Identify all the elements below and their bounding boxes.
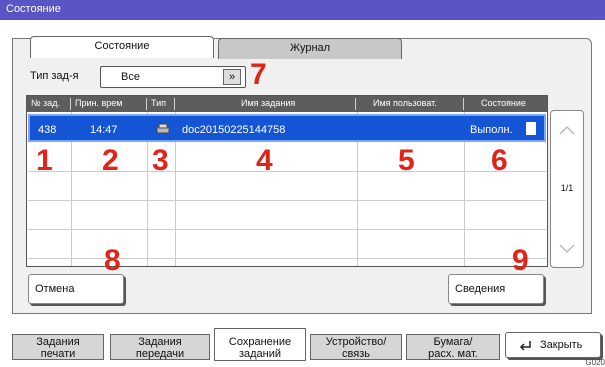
col-separator: [174, 98, 175, 110]
tab-log[interactable]: Журнал: [218, 38, 402, 59]
page-indicator: 1/1: [560, 183, 574, 193]
bottom-tab-bar: Задания печати Задания передачи Сохранен…: [0, 326, 605, 367]
job-table: № зад. Прин. врем Тип Имя задания Имя по…: [26, 95, 548, 267]
chevron-up-icon: [559, 125, 575, 135]
cell-accept-time: 14:47: [90, 124, 118, 136]
col-header-job-name: Имя задания: [241, 98, 296, 108]
scroll-down-button[interactable]: [553, 231, 581, 265]
cell-job-name: doc20150225144758: [182, 124, 286, 136]
tab-label: Устройство/: [325, 336, 387, 348]
callout-marker: 8: [104, 244, 121, 277]
tab-device-comm[interactable]: Устройство/ связь: [310, 334, 402, 360]
close-label: Закрыть: [540, 339, 583, 351]
cancel-button[interactable]: Отмена: [28, 274, 124, 304]
tab-status[interactable]: Состояние: [30, 36, 214, 58]
callout-marker: 7: [250, 58, 267, 91]
tab-label: заданий: [238, 348, 282, 360]
table-header: № зад. Прин. врем Тип Имя задания Имя по…: [27, 96, 547, 112]
tab-label: Сохранение: [228, 336, 292, 348]
details-button[interactable]: Сведения: [448, 274, 544, 304]
cell-status: Выполн.: [470, 124, 513, 136]
tab-label: передачи: [135, 348, 185, 360]
job-type-select[interactable]: Все »: [100, 66, 246, 88]
status-checkbox[interactable]: [526, 122, 536, 135]
callout-marker: 4: [256, 144, 273, 177]
col-separator: [70, 98, 71, 110]
col-header-user: Имя пользоват.: [373, 98, 437, 108]
tab-paper-supplies[interactable]: Бумага/ расх. мат.: [406, 334, 500, 360]
table-row[interactable]: [28, 202, 546, 230]
callout-marker: 6: [491, 144, 508, 177]
tab-label: Задания: [138, 336, 182, 348]
tab-label: Бумага/: [433, 336, 473, 348]
cell-job-no: 438: [38, 124, 57, 136]
callout-marker: 1: [36, 144, 53, 177]
callout-marker: 5: [398, 144, 415, 177]
col-separator: [355, 98, 356, 110]
scroll-up-button[interactable]: [553, 113, 581, 147]
window-title: Состояние: [0, 0, 605, 20]
job-type-label: Тип зад-я: [30, 70, 79, 82]
scrollbar[interactable]: 1/1: [550, 110, 584, 268]
dropdown-arrow-icon[interactable]: »: [223, 69, 241, 85]
tab-label: печати: [40, 348, 76, 360]
tab-print-jobs[interactable]: Задания печати: [12, 334, 104, 360]
table-row[interactable]: [28, 173, 546, 201]
chevron-down-icon: [559, 244, 575, 254]
return-arrow-icon: [519, 341, 531, 351]
callout-marker: 2: [102, 144, 119, 177]
col-header-type: Тип: [151, 98, 167, 108]
callout-marker: 3: [152, 144, 169, 177]
tab-send-jobs[interactable]: Задания передачи: [110, 334, 210, 360]
col-separator: [463, 98, 464, 110]
tab-store-jobs[interactable]: Сохранение заданий: [214, 328, 306, 361]
scan-icon: [156, 123, 170, 138]
tab-label: расх. мат.: [428, 348, 478, 360]
figure-code: G020: [585, 358, 605, 367]
job-type-value: Все: [121, 71, 140, 83]
col-header-job-no: № зад.: [31, 98, 61, 108]
callout-marker: 9: [512, 244, 529, 277]
table-row[interactable]: 438 14:47 doc20150225144758 Выполн.: [28, 114, 546, 142]
tab-label: связь: [342, 348, 370, 360]
col-header-status: Состояние: [481, 98, 526, 108]
tab-label: Задания: [36, 336, 80, 348]
col-header-accept-time: Прин. врем: [75, 98, 123, 108]
close-button[interactable]: Закрыть: [505, 332, 601, 358]
col-separator: [146, 98, 147, 110]
